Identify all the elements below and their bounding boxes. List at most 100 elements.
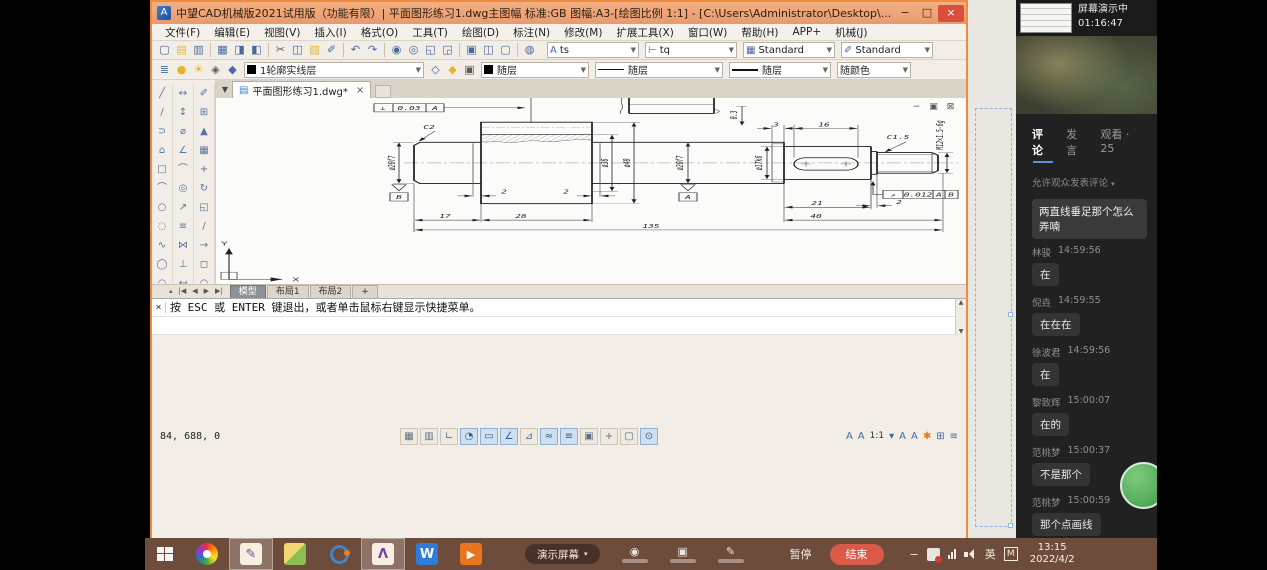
help-icon[interactable]: ◍ — [521, 42, 538, 58]
chevron-down-icon[interactable]: ▼ — [581, 66, 586, 74]
sync-app-icon[interactable] — [317, 538, 361, 570]
workspace-icon[interactable]: ⊞ — [936, 431, 944, 442]
layout-nav-icon[interactable]: ▶| — [212, 287, 226, 295]
chevron-down-icon[interactable]: ▼ — [823, 66, 828, 74]
draw-tool-icon[interactable]: ⊃ — [153, 122, 171, 141]
grid-toggle[interactable]: ▦ — [400, 428, 418, 445]
otrack-toggle[interactable]: ∠ — [500, 428, 518, 445]
zwcad-app-icon[interactable]: Λ — [361, 538, 405, 570]
screen-share-thumbnail[interactable] — [1020, 3, 1072, 33]
layout-tab-1[interactable]: 布局1 — [267, 285, 309, 298]
ducs-toggle[interactable]: ⊿ — [520, 428, 538, 445]
dimension-tool-icon[interactable]: ≡ — [174, 217, 192, 236]
polar-toggle[interactable]: ◔ — [460, 428, 478, 445]
plot-icon[interactable]: ▦ — [214, 42, 231, 58]
layout-tab-2[interactable]: 布局2 — [310, 285, 352, 298]
viewport-icon[interactable]: ▣ — [463, 42, 480, 58]
mleader-style-combo[interactable]: ✐ Standard ▼ — [841, 42, 933, 58]
make-current-layer-icon[interactable]: ◇ — [427, 62, 444, 78]
annotation-scale-dropdown-icon[interactable]: ▾ — [889, 431, 894, 442]
snap-toggle[interactable]: ▥ — [420, 428, 438, 445]
layer-on-bulb-icon[interactable]: ● — [173, 62, 190, 78]
linetype-combo[interactable]: 随层 ▼ — [595, 62, 723, 78]
layout-nav-icon[interactable]: |◀ — [176, 287, 190, 295]
annotation-auto-icon[interactable]: A — [858, 431, 865, 442]
maximize-button[interactable]: □ — [916, 5, 938, 22]
modify-tool-icon[interactable]: ▲ — [195, 122, 213, 141]
layer-combo[interactable]: 1轮廓实线层 ▼ — [244, 62, 424, 78]
tab-speak[interactable]: 发言 — [1066, 126, 1086, 163]
cycle-toggle[interactable]: + — [600, 428, 618, 445]
annotate-button[interactable]: ✎ — [718, 546, 744, 563]
tab-viewers[interactable]: 观看 · 25 — [1100, 126, 1143, 163]
dimension-tool-icon[interactable]: ↗ — [174, 198, 192, 217]
separator[interactable] — [210, 43, 211, 57]
draw-tool-icon[interactable]: ◯ — [153, 255, 171, 274]
separator[interactable] — [343, 43, 344, 57]
zoom-previous-icon[interactable]: ◲ — [439, 42, 456, 58]
text-style-combo[interactable]: A ts ▼ — [547, 42, 639, 58]
copy-icon[interactable]: ◫ — [289, 42, 306, 58]
annotation-sync-icon[interactable]: A — [911, 431, 918, 442]
modify-tool-icon[interactable]: ✐ — [195, 84, 213, 103]
transparency-toggle[interactable]: ▣ — [580, 428, 598, 445]
chevron-down-icon[interactable]: ▼ — [715, 66, 720, 74]
preview-icon[interactable]: ◨ — [231, 42, 248, 58]
lineweight-combo[interactable]: 随层 ▼ — [729, 62, 831, 78]
dimension-tool-icon[interactable]: ⌀ — [174, 122, 192, 141]
color-combo[interactable]: 随层 ▼ — [481, 62, 589, 78]
menu-item[interactable]: 视图(V) — [257, 25, 307, 40]
quickprop-toggle[interactable]: ▢ — [620, 428, 638, 445]
plotstyle-combo[interactable]: 随颜色 ▼ — [837, 62, 911, 78]
modify-tool-icon[interactable]: ⊞ — [195, 103, 213, 122]
selection-handle[interactable] — [1008, 312, 1013, 317]
document-tab[interactable]: ▤ 平面图形练习1.dwg* × — [232, 81, 371, 98]
ortho-toggle[interactable]: ∟ — [440, 428, 458, 445]
annotation-add-icon[interactable]: A — [899, 431, 906, 442]
minimize-button[interactable]: − — [894, 5, 916, 22]
chevron-down-icon[interactable]: ▼ — [729, 46, 734, 54]
separator[interactable] — [384, 43, 385, 57]
draw-tool-icon[interactable]: ∕ — [153, 103, 171, 122]
wpp-app-icon[interactable]: ▶ — [449, 538, 493, 570]
modify-tool-icon[interactable]: + — [195, 160, 213, 179]
layer-lock-icon[interactable]: ◈ — [207, 62, 224, 78]
menu-item[interactable]: 修改(M) — [557, 25, 609, 40]
wps-app-icon[interactable]: W — [405, 538, 449, 570]
speaker-icon[interactable] — [964, 549, 977, 560]
chevron-down-icon[interactable]: ▼ — [416, 66, 421, 74]
viewport-close-icon[interactable]: ⊠ — [945, 102, 956, 112]
layout-tab-add[interactable]: + — [352, 285, 378, 298]
dimension-tool-icon[interactable]: ∠ — [174, 141, 192, 160]
ime-language-indicator[interactable]: 英 — [985, 546, 996, 562]
menu-item[interactable]: 标注(N) — [506, 25, 557, 40]
scroll-up-icon[interactable]: ▲ — [959, 299, 964, 306]
lineweight-toggle[interactable]: ≡ — [560, 428, 578, 445]
layout-nav-icon[interactable]: ▴ — [166, 287, 176, 295]
paint-app-icon[interactable]: ✎ — [229, 538, 273, 570]
start-button[interactable] — [145, 538, 185, 570]
match-properties-icon[interactable]: ✐ — [323, 42, 340, 58]
menu-item[interactable]: 文件(F) — [158, 25, 207, 40]
modify-tool-icon[interactable]: ↻ — [195, 179, 213, 198]
menu-item[interactable]: APP+ — [786, 26, 829, 38]
command-input-line[interactable] — [152, 317, 966, 335]
browser-app-icon[interactable] — [185, 538, 229, 570]
layout-tab-model[interactable]: 模型 — [230, 285, 266, 298]
osnap-toggle[interactable]: ▭ — [480, 428, 498, 445]
network-icon[interactable] — [948, 549, 956, 559]
separator[interactable] — [517, 43, 518, 57]
cut-icon[interactable]: ✂ — [272, 42, 289, 58]
action-center-icon[interactable] — [927, 548, 940, 561]
dimension-tool-icon[interactable]: ⋈ — [174, 236, 192, 255]
draw-tool-icon[interactable]: □ — [153, 160, 171, 179]
present-screen-button[interactable]: 演示屏幕 ▾ — [525, 544, 600, 564]
viewport-minimize-icon[interactable]: − — [911, 102, 922, 112]
tab-overflow-icon[interactable]: ▼ — [218, 82, 232, 98]
annotation-visibility-icon[interactable]: A — [846, 431, 853, 442]
pan-icon[interactable]: ◉ — [388, 42, 405, 58]
dimension-tool-icon[interactable]: ⌒ — [174, 160, 192, 179]
draw-tool-icon[interactable]: ╱ — [153, 84, 171, 103]
draw-tool-icon[interactable]: ◌ — [153, 217, 171, 236]
draw-tool-icon[interactable]: ⌒ — [153, 179, 171, 198]
